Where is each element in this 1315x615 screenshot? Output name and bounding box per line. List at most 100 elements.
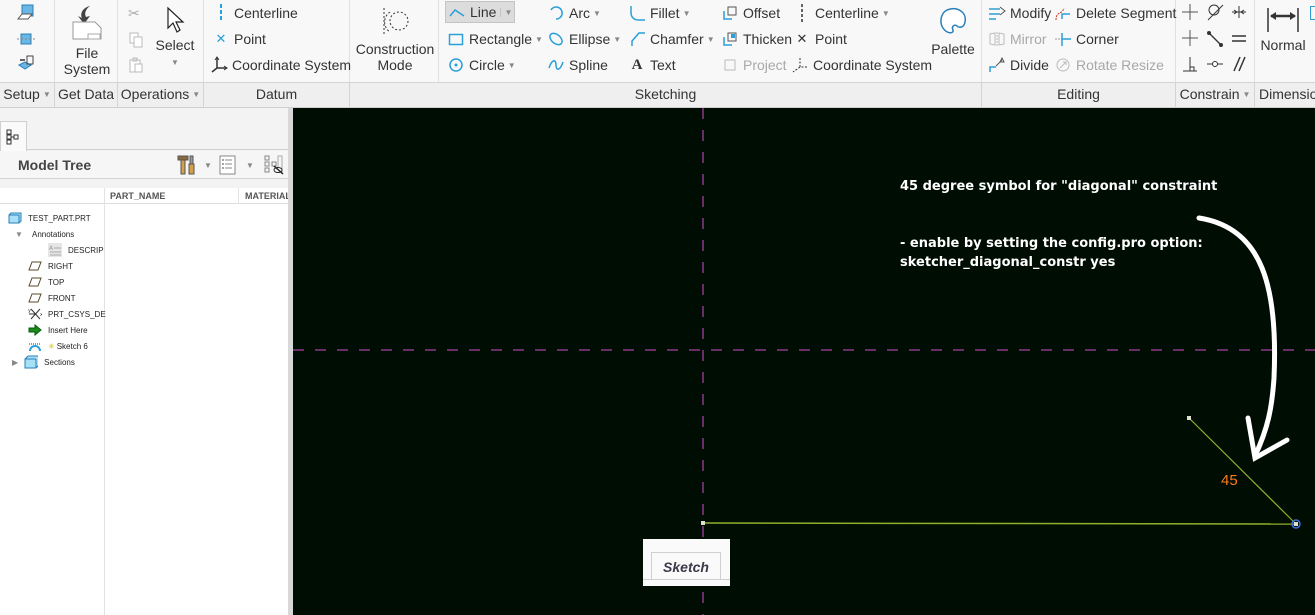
setup-label: Setup xyxy=(3,86,40,102)
datum-coordinate-system-label: Coordinate System xyxy=(232,57,352,73)
perpendicular-constraint-icon[interactable] xyxy=(1182,56,1198,75)
sketch-point-button[interactable]: ✕ Point xyxy=(793,28,847,50)
construction-mode-label-2: Mode xyxy=(377,57,413,73)
delete-segment-button[interactable]: Delete Segment xyxy=(1054,2,1176,24)
rectangle-dropdown-caret[interactable]: ▼ xyxy=(535,35,543,44)
get-data-label: Get Data xyxy=(57,86,115,102)
text-button[interactable]: A Text xyxy=(628,54,676,76)
setup-group-label[interactable]: Setup ▼ xyxy=(0,82,55,107)
tree-item[interactable]: RIGHT xyxy=(28,258,73,274)
tree-show-icon[interactable] xyxy=(219,155,237,178)
rectangle-button[interactable]: Rectangle ▼ xyxy=(447,28,543,50)
palette-button[interactable]: Palette xyxy=(928,6,978,57)
fillet-dropdown-caret[interactable]: ▼ xyxy=(683,9,691,18)
cut-icon[interactable]: ✂ xyxy=(128,5,140,22)
dimension-label: Dimension xyxy=(1259,86,1315,102)
chamfer-dropdown-caret[interactable]: ▼ xyxy=(707,35,715,44)
model-tree-tab[interactable] xyxy=(0,121,27,151)
paste-icon[interactable] xyxy=(128,57,144,76)
offset-button[interactable]: Offset xyxy=(721,2,780,24)
sketch-centerline-dropdown-caret[interactable]: ▼ xyxy=(882,9,890,18)
sketch-coordinate-system-button[interactable]: Coordinate System xyxy=(791,54,932,76)
equal-constraint-icon[interactable] xyxy=(1231,30,1247,49)
diagonal-line-segment xyxy=(1188,417,1297,525)
operations-caret-icon: ▼ xyxy=(192,90,201,100)
fillet-button[interactable]: Fillet ▼ xyxy=(628,2,690,24)
construction-mode-group: Construction Mode xyxy=(350,0,439,82)
rectangle-icon xyxy=(447,30,465,48)
rotate-resize-button[interactable]: Rotate Resize xyxy=(1054,54,1164,76)
circle-button[interactable]: Circle ▼ xyxy=(447,54,516,76)
datum-point-button[interactable]: ✕ Point xyxy=(212,28,266,50)
datum-centerline-button[interactable]: Centerline xyxy=(212,2,298,24)
thicken-button[interactable]: Thicken xyxy=(721,28,792,50)
project-button[interactable]: Project xyxy=(721,54,787,76)
point-on-entity-constraint-icon[interactable] xyxy=(1206,56,1224,75)
sketch-tab[interactable]: Sketch xyxy=(651,552,721,580)
dimension-extra-icon[interactable] xyxy=(1310,6,1315,20)
construction-mode-icon xyxy=(380,6,410,41)
select-button[interactable]: Select ▼ xyxy=(150,6,200,71)
circle-dropdown-caret[interactable]: ▼ xyxy=(508,61,516,70)
coincident-constraint-icon[interactable] xyxy=(1206,30,1224,51)
line-dropdown-caret[interactable]: ▼ xyxy=(500,7,512,17)
vertex-point xyxy=(701,521,705,525)
spline-button[interactable]: Spline xyxy=(547,54,608,76)
sketch-point-label: Point xyxy=(815,31,847,47)
sketch-canvas[interactable]: 45 degree symbol for "diagonal" constrai… xyxy=(293,108,1315,615)
expanded-triangle-icon[interactable]: ▼ xyxy=(12,227,26,241)
divide-button[interactable]: Divide xyxy=(988,54,1049,76)
tree-item[interactable]: TOP xyxy=(28,274,64,290)
tree-item[interactable]: FRONT xyxy=(28,290,76,306)
tree-item-label: Insert Here xyxy=(48,325,88,335)
column-header-part-name[interactable]: PART_NAME xyxy=(110,191,165,201)
ellipse-dropdown-caret[interactable]: ▼ xyxy=(613,35,621,44)
ellipse-button[interactable]: Ellipse ▼ xyxy=(547,28,621,50)
tree-item[interactable]: TEST_PART.PRT xyxy=(8,210,91,226)
sketch-centerline-button[interactable]: Centerline ▼ xyxy=(793,2,890,24)
editing-group-label: Editing xyxy=(982,82,1176,107)
parallel-constraint-icon[interactable] xyxy=(1231,56,1247,75)
select-dropdown-caret[interactable]: ▼ xyxy=(171,55,179,71)
tree-item[interactable]: yx PRT_CSYS_DE xyxy=(28,306,106,322)
tree-settings-dropdown[interactable]: ▼ xyxy=(204,161,212,170)
arc-button[interactable]: Arc ▼ xyxy=(547,2,601,24)
constrain-group-label[interactable]: Constrain ▼ xyxy=(1176,82,1255,107)
tangent-constraint-icon[interactable] xyxy=(1206,3,1224,24)
sketch-setup-icon[interactable] xyxy=(16,4,35,22)
tree-show-dropdown[interactable]: ▼ xyxy=(246,161,254,170)
collapsed-triangle-icon[interactable]: ▶ xyxy=(12,358,18,367)
chamfer-button[interactable]: Chamfer ▼ xyxy=(628,28,715,50)
normal-dimension-button[interactable]: Normal xyxy=(1257,6,1309,53)
tree-item[interactable]: ▼ Annotations xyxy=(12,226,74,242)
file-system-button[interactable]: File System xyxy=(59,4,115,77)
column-header-material[interactable]: MATERIAL xyxy=(245,191,291,201)
sketch-view-icon[interactable] xyxy=(17,55,35,73)
tree-item[interactable]: A DESCRIP xyxy=(48,242,104,258)
tree-item-label: FRONT xyxy=(48,293,76,303)
tree-filter-icon[interactable] xyxy=(263,154,285,179)
datum-coordinate-system-button[interactable]: Coordinate System xyxy=(210,54,351,76)
angle-dimension-value[interactable]: 45 xyxy=(1221,472,1238,489)
divide-icon xyxy=(988,56,1006,74)
copy-icon[interactable] xyxy=(128,32,144,51)
vertical-constraint-icon[interactable] xyxy=(1182,4,1198,23)
tree-item[interactable]: ✳ Sketch 6 xyxy=(28,338,88,354)
tree-settings-icon[interactable] xyxy=(176,154,198,179)
construction-mode-button[interactable]: Construction Mode xyxy=(354,6,436,73)
tree-item[interactable]: ▶ Sections xyxy=(12,354,75,370)
tree-item[interactable]: Insert Here xyxy=(28,322,88,338)
midpoint-constraint-icon[interactable] xyxy=(1231,4,1247,23)
arc-dropdown-caret[interactable]: ▼ xyxy=(593,9,601,18)
operations-group-label[interactable]: Operations ▼ xyxy=(118,82,204,107)
reference-icon[interactable] xyxy=(17,30,35,48)
dimension-group-label[interactable]: Dimension xyxy=(1255,82,1315,107)
modify-button[interactable]: Modify xyxy=(988,2,1051,24)
horizontal-constraint-icon[interactable] xyxy=(1182,30,1198,49)
line-button[interactable]: Line ▼ xyxy=(445,1,516,23)
datum-group: Centerline ✕ Point Coordinate System xyxy=(204,0,351,82)
ellipse-label: Ellipse xyxy=(569,31,611,47)
corner-button[interactable]: Corner xyxy=(1054,28,1119,50)
mirror-button[interactable]: Mirror xyxy=(988,28,1047,50)
editing-label: Editing xyxy=(1057,86,1100,102)
